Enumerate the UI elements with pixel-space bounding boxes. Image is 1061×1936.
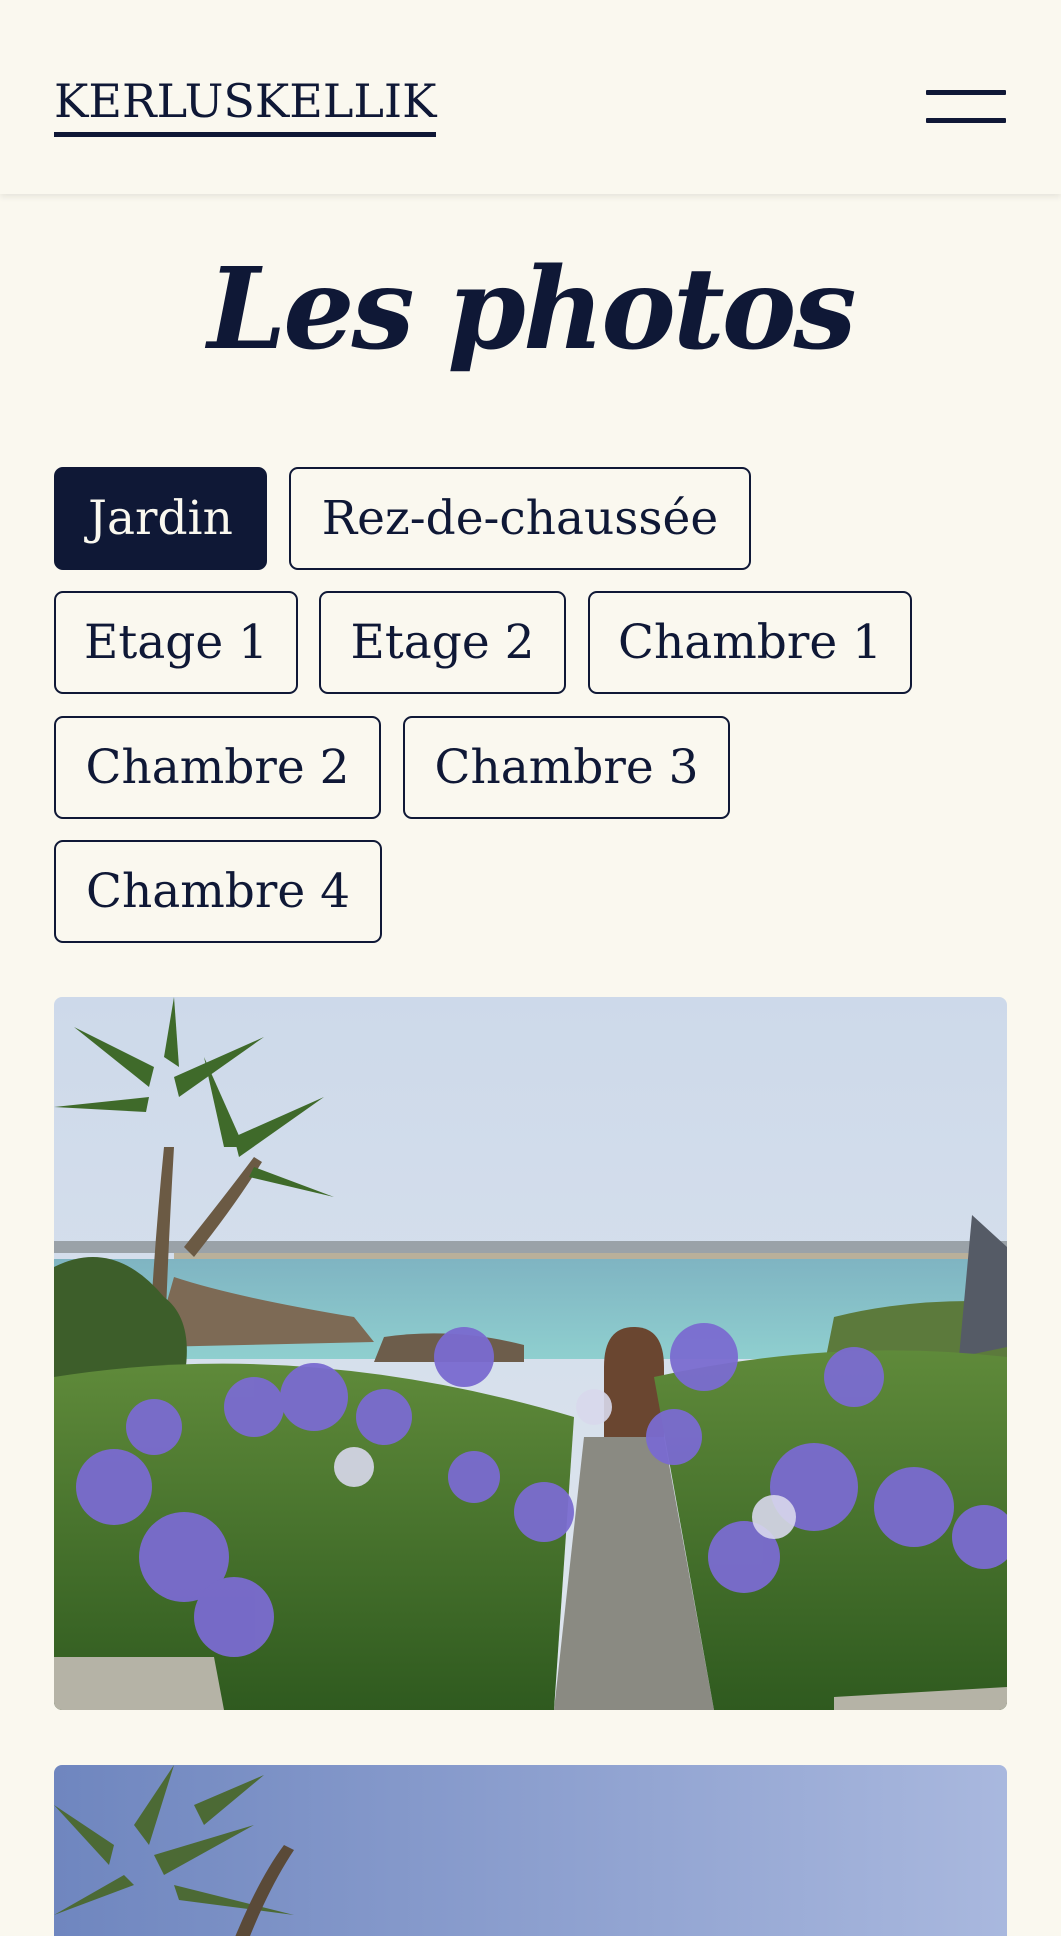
- site-header: KERLUSKELLIK: [0, 0, 1061, 194]
- filter-chambre-2[interactable]: Chambre 2: [54, 716, 381, 819]
- garden-photo-2[interactable]: [54, 1765, 1007, 1936]
- garden-photo-2-image: [54, 1765, 1007, 1936]
- garden-photo-image: [54, 997, 1007, 1710]
- filter-jardin[interactable]: Jardin: [54, 467, 267, 570]
- garden-photo[interactable]: [54, 997, 1007, 1710]
- filter-chambre-3[interactable]: Chambre 3: [403, 716, 730, 819]
- filter-chambre-4[interactable]: Chambre 4: [54, 840, 382, 943]
- filter-chambre-1[interactable]: Chambre 1: [588, 591, 912, 694]
- page-title: Les photos: [207, 244, 857, 375]
- menu-bar-top: [926, 90, 1006, 95]
- filter-etage-1[interactable]: Etage 1: [54, 591, 298, 694]
- menu-bar-bottom: [926, 118, 1006, 123]
- filter-etage-2[interactable]: Etage 2: [319, 591, 566, 694]
- hamburger-menu-icon[interactable]: [922, 84, 1008, 130]
- filter-rez-de-chaussee[interactable]: Rez-de-chaussée: [289, 467, 751, 570]
- site-logo[interactable]: KERLUSKELLIK: [54, 78, 437, 137]
